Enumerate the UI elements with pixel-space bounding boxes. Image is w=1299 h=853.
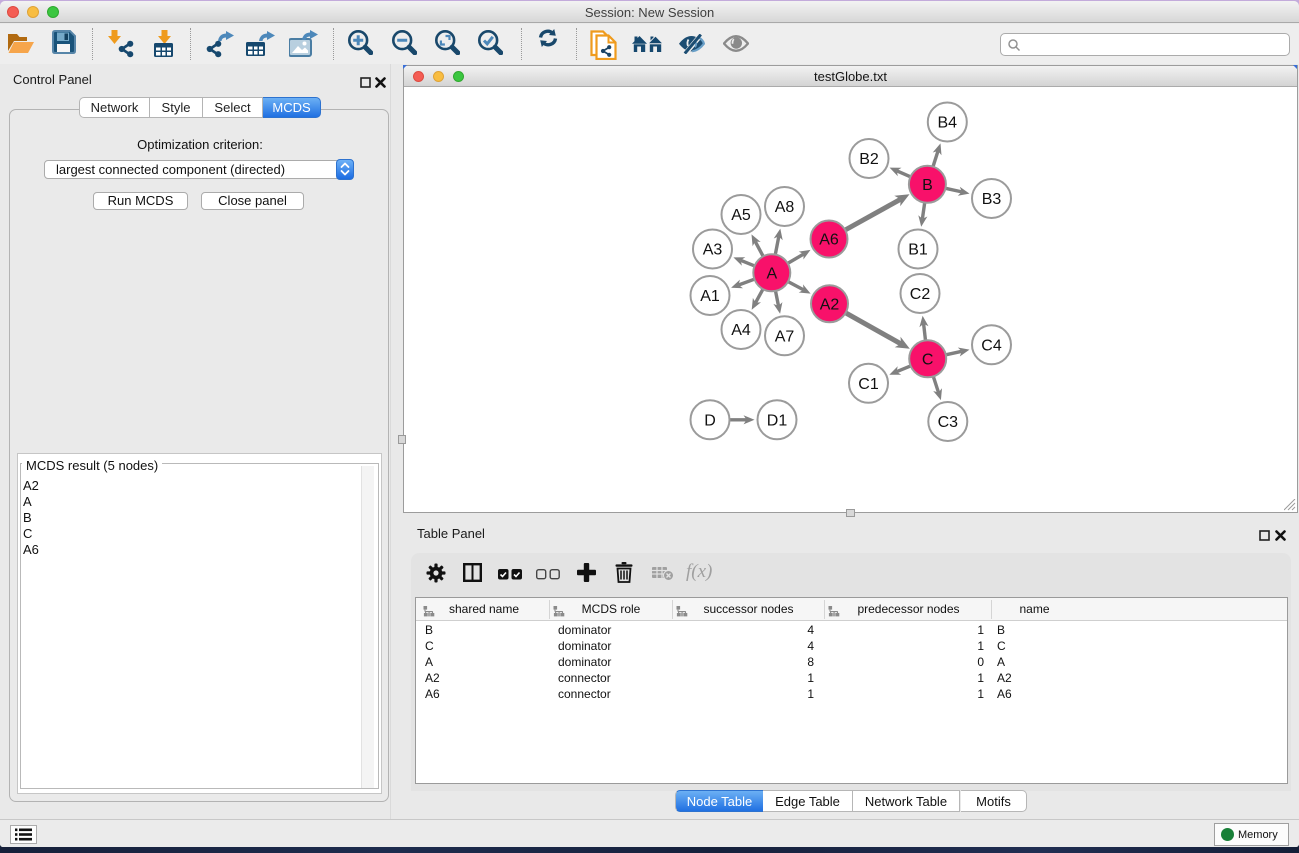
svg-text:A7: A7 — [775, 328, 795, 345]
svg-text:A6: A6 — [819, 232, 839, 249]
svg-text:B1: B1 — [908, 242, 928, 259]
svg-text:A: A — [766, 265, 777, 282]
svg-text:A1: A1 — [700, 288, 720, 305]
svg-text:D1: D1 — [767, 412, 788, 429]
svg-text:A5: A5 — [731, 207, 751, 224]
svg-text:A3: A3 — [703, 242, 723, 259]
svg-text:B2: B2 — [859, 151, 879, 168]
svg-text:C3: C3 — [938, 414, 959, 431]
svg-text:B4: B4 — [938, 115, 958, 132]
svg-text:D: D — [704, 412, 716, 429]
svg-text:A2: A2 — [820, 296, 840, 313]
svg-text:B3: B3 — [982, 191, 1002, 208]
svg-text:C: C — [922, 351, 934, 368]
svg-text:B: B — [922, 177, 933, 194]
svg-text:C4: C4 — [981, 337, 1002, 354]
svg-text:C1: C1 — [858, 376, 879, 393]
svg-text:A4: A4 — [731, 322, 751, 339]
svg-text:C2: C2 — [910, 286, 931, 303]
svg-text:A8: A8 — [775, 199, 795, 216]
